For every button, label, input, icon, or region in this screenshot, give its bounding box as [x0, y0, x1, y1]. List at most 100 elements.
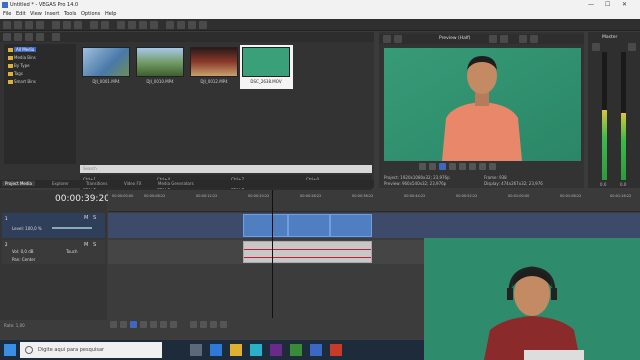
mute-button[interactable]: M	[84, 242, 88, 248]
media-thumbnail[interactable]	[136, 47, 184, 77]
undo-icon[interactable]	[90, 21, 98, 29]
loop-icon[interactable]	[120, 321, 127, 328]
file-explorer-icon[interactable]	[230, 344, 242, 356]
video-clip[interactable]	[330, 214, 372, 237]
lock-envelopes-icon[interactable]	[150, 21, 158, 29]
tab-explorer[interactable]: Explorer	[52, 181, 69, 186]
store-icon[interactable]	[250, 344, 262, 356]
media-search-field[interactable]: Search	[80, 165, 372, 173]
video-clip[interactable]	[243, 214, 288, 237]
snap-icon[interactable]	[117, 21, 125, 29]
menu-insert[interactable]: Insert	[45, 11, 59, 17]
video-track-lane[interactable]	[108, 213, 640, 238]
stop-icon[interactable]	[150, 321, 157, 328]
recorder-icon[interactable]	[330, 344, 342, 356]
tree-item-media-bins[interactable]: Media Bins	[14, 55, 36, 60]
auto-crossfade-icon[interactable]	[128, 21, 136, 29]
windows-start-icon[interactable]	[4, 344, 16, 356]
normal-edit-icon[interactable]	[190, 321, 197, 328]
copy-icon[interactable]	[63, 21, 71, 29]
master-mute-icon[interactable]	[628, 43, 636, 51]
task-view-icon[interactable]	[190, 344, 202, 356]
minimize-button[interactable]: —	[588, 1, 594, 8]
menu-options[interactable]: Options	[81, 11, 100, 17]
capture-video-icon[interactable]	[14, 33, 22, 41]
save-snapshot-icon[interactable]	[530, 35, 538, 43]
mute-button[interactable]: M	[84, 215, 88, 221]
tab-media-generators[interactable]: Media Generators	[158, 181, 194, 186]
menu-help[interactable]: Help	[105, 11, 116, 17]
save-icon[interactable]	[25, 21, 33, 29]
edge-icon[interactable]	[210, 344, 222, 356]
properties-icon[interactable]	[36, 21, 44, 29]
media-item-selected[interactable]: DSC_2638.MOV	[240, 45, 293, 89]
project-properties-icon[interactable]	[383, 35, 391, 43]
cut-icon[interactable]	[52, 21, 60, 29]
tree-item-smart-bins[interactable]: Smart Bins	[14, 79, 36, 84]
next-frame-icon[interactable]	[479, 163, 486, 170]
loop-icon[interactable]	[419, 163, 426, 170]
overlays-icon[interactable]	[489, 35, 497, 43]
help-icon[interactable]	[199, 21, 207, 29]
maximize-button[interactable]: ☐	[605, 1, 610, 8]
import-media-icon[interactable]	[3, 33, 11, 41]
media-thumbnail[interactable]	[190, 47, 238, 77]
open-icon[interactable]	[14, 21, 22, 29]
camtasia-icon[interactable]	[290, 344, 302, 356]
master-fx-icon[interactable]	[592, 43, 600, 51]
media-fx-icon[interactable]	[36, 33, 44, 41]
tab-video-fx[interactable]: Video FX	[124, 181, 142, 186]
marker-icon[interactable]	[220, 321, 227, 328]
copy-snapshot-icon[interactable]	[519, 35, 527, 43]
redo-icon[interactable]	[101, 21, 109, 29]
automation-mode[interactable]: Touch	[66, 249, 77, 254]
stop-icon[interactable]	[459, 163, 466, 170]
time-ruler[interactable]: 00:00:00:00 00:00:08:22 00:00:12:22 00:0…	[108, 190, 640, 212]
play-icon[interactable]	[439, 163, 446, 170]
premiere-icon[interactable]	[270, 344, 282, 356]
audio-clip[interactable]	[243, 241, 372, 263]
menu-edit[interactable]: Edit	[16, 11, 26, 17]
media-thumbnail[interactable]	[242, 47, 290, 77]
remove-media-icon[interactable]	[25, 33, 33, 41]
menu-file[interactable]: File	[3, 11, 11, 17]
tree-item-by-type[interactable]: By Type	[14, 63, 30, 68]
menu-view[interactable]: View	[30, 11, 42, 17]
menu-tools[interactable]: Tools	[64, 11, 76, 17]
solo-button[interactable]: S	[93, 215, 96, 221]
pause-icon[interactable]	[140, 321, 147, 328]
pause-icon[interactable]	[449, 163, 456, 170]
paste-icon[interactable]	[74, 21, 82, 29]
go-to-start-icon[interactable]	[160, 321, 167, 328]
tree-item-all-media[interactable]: All Media	[14, 47, 37, 52]
go-to-end-icon[interactable]	[489, 163, 496, 170]
envelope-tool-icon[interactable]	[177, 21, 185, 29]
play-icon[interactable]	[130, 321, 137, 328]
split-icon[interactable]	[200, 321, 207, 328]
ripple-icon[interactable]	[139, 21, 147, 29]
tab-project-media[interactable]: Project Media	[2, 181, 35, 186]
go-to-end-icon[interactable]	[170, 321, 177, 328]
views-icon[interactable]	[52, 33, 60, 41]
preview-quality-dropdown[interactable]: Preview (Half)	[439, 36, 470, 41]
trim-icon[interactable]	[210, 321, 217, 328]
video-clip[interactable]	[288, 214, 330, 237]
new-project-icon[interactable]	[3, 21, 11, 29]
playhead[interactable]	[272, 190, 273, 318]
level-slider[interactable]	[52, 227, 92, 229]
preview-fx-icon[interactable]	[394, 35, 402, 43]
play-from-start-icon[interactable]	[429, 163, 436, 170]
video-track-header[interactable]: 1 Level: 100,0 % M S	[2, 213, 105, 238]
normal-edit-tool-icon[interactable]	[166, 21, 174, 29]
tab-transitions[interactable]: Transitions	[86, 181, 107, 186]
selection-tool-icon[interactable]	[188, 21, 196, 29]
close-button[interactable]: ✕	[622, 1, 627, 8]
record-icon[interactable]	[110, 321, 117, 328]
vegas-taskbar-icon[interactable]	[310, 344, 322, 356]
tree-item-tags[interactable]: Tags	[14, 71, 23, 76]
taskbar-search-field[interactable]: Digite aqui para pesquisar	[20, 342, 162, 358]
media-thumbnail[interactable]	[82, 47, 130, 77]
prev-frame-icon[interactable]	[469, 163, 476, 170]
solo-button[interactable]: S	[93, 242, 96, 248]
split-screen-icon[interactable]	[500, 35, 508, 43]
